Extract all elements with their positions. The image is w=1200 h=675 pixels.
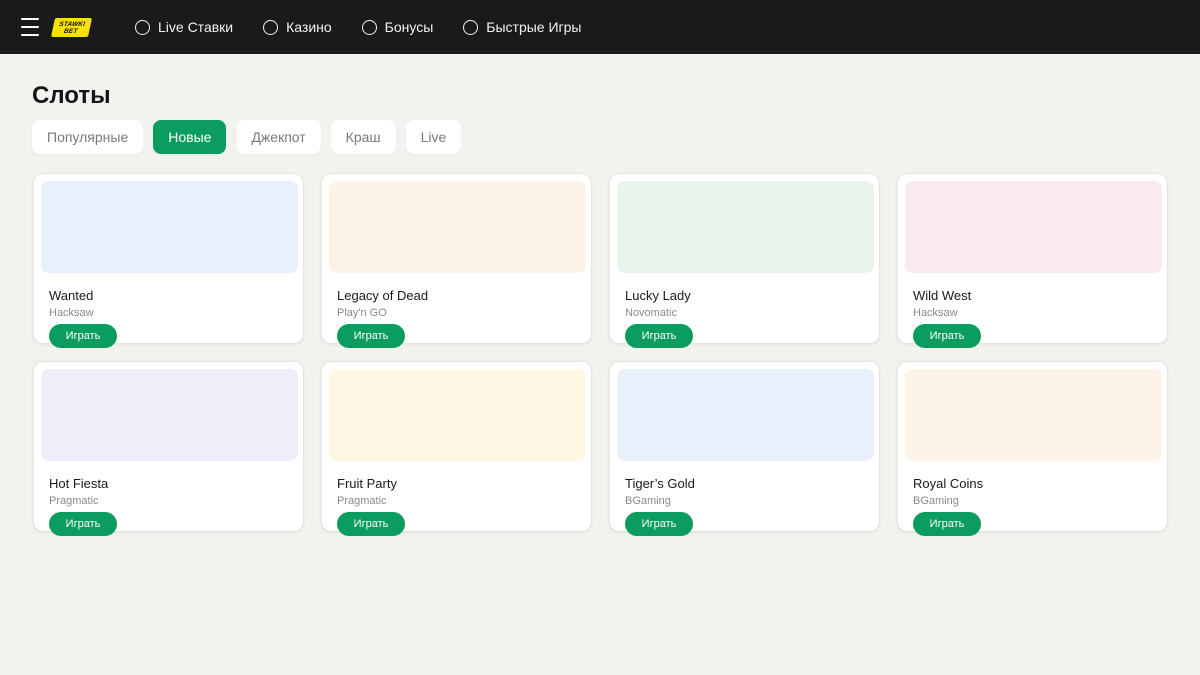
game-title: Legacy of Dead [337,288,429,303]
play-button[interactable]: Играть [49,324,117,348]
play-button[interactable]: Играть [337,512,405,536]
game-card[interactable]: Legacy of Dead Play'n GO Играть [321,173,592,348]
game-thumbnail[interactable] [905,369,1162,461]
game-thumbnail[interactable] [617,181,874,273]
game-provider: Pragmatic [337,495,387,507]
tab-new[interactable]: Новые [153,120,227,154]
nav-item-label: Live Ставки [158,19,234,35]
game-title: Wild West [913,288,972,303]
game-provider: Pragmatic [49,495,99,507]
stawki-bet-logo[interactable]: STAWKI BET [50,18,93,37]
logo-text-line: STAWKI [58,20,86,28]
games-grid: Wanted Hacksaw Играть Legacy of Dead Pla… [33,173,1168,536]
game-thumbnail[interactable] [41,181,298,273]
page-title: Слоты [32,82,111,109]
menu-line [21,26,39,28]
game-card[interactable]: Tiger’s Gold BGaming Играть [609,361,880,536]
nav-item-live-bets[interactable]: Live Ставки [135,19,233,35]
game-card[interactable]: Hot Fiesta Pragmatic Играть [33,361,304,536]
play-button[interactable]: Играть [913,324,981,348]
circle-icon [463,19,479,35]
game-title: Royal Coins [913,476,984,491]
nav-item-bonuses[interactable]: Бонусы [361,19,434,35]
game-provider: Hacksaw [913,307,958,319]
game-thumbnail[interactable] [617,369,874,461]
logo-text-line: BET [63,27,79,35]
nav-item-fast-games[interactable]: Быстрые Игры [463,19,582,35]
hamburger-menu-icon[interactable] [21,18,39,36]
play-button[interactable]: Играть [337,324,405,348]
game-card[interactable]: Royal Coins BGaming Играть [897,361,1168,536]
menu-line [21,34,39,36]
game-card[interactable]: Fruit Party Pragmatic Играть [321,361,592,536]
top-navigation-bar: STAWKI BET Live Ставки Казино Бонусы Быс… [0,0,1200,54]
category-tabs: Популярные Новые Джекпот Краш Live [32,120,471,154]
tab-popular[interactable]: Популярные [32,120,144,154]
circle-icon [263,19,279,35]
play-button[interactable]: Играть [913,512,981,536]
tab-live[interactable]: Live [405,120,462,154]
game-thumbnail[interactable] [905,181,1162,273]
game-title: Lucky Lady [625,288,691,303]
game-provider: Novomatic [625,307,677,319]
game-thumbnail[interactable] [41,369,298,461]
game-provider: BGaming [913,495,959,507]
game-thumbnail[interactable] [329,181,586,273]
nav-item-label: Бонусы [384,19,434,35]
play-button[interactable]: Играть [625,512,693,536]
game-title: Wanted [49,288,94,303]
play-button[interactable]: Играть [49,512,117,536]
main-nav: Live Ставки Казино Бонусы Быстрые Игры [135,0,612,54]
game-card[interactable]: Wild West Hacksaw Играть [897,173,1168,348]
tab-crash[interactable]: Краш [330,120,396,154]
game-title: Tiger’s Gold [625,476,695,491]
game-provider: BGaming [625,495,671,507]
nav-item-label: Казино [286,19,332,35]
nav-item-label: Быстрые Игры [486,19,582,35]
game-provider: Hacksaw [49,307,94,319]
nav-item-casino[interactable]: Казино [263,19,332,35]
game-title: Hot Fiesta [49,476,109,491]
game-thumbnail[interactable] [329,369,586,461]
game-card[interactable]: Lucky Lady Novomatic Играть [609,173,880,348]
circle-icon [135,19,150,35]
game-card[interactable]: Wanted Hacksaw Играть [33,173,304,348]
game-provider: Play'n GO [337,307,387,319]
game-title: Fruit Party [337,476,397,491]
tab-jackpot[interactable]: Джекпот [236,120,321,154]
play-button[interactable]: Играть [625,324,693,348]
menu-line [21,18,39,20]
circle-icon [361,19,377,35]
